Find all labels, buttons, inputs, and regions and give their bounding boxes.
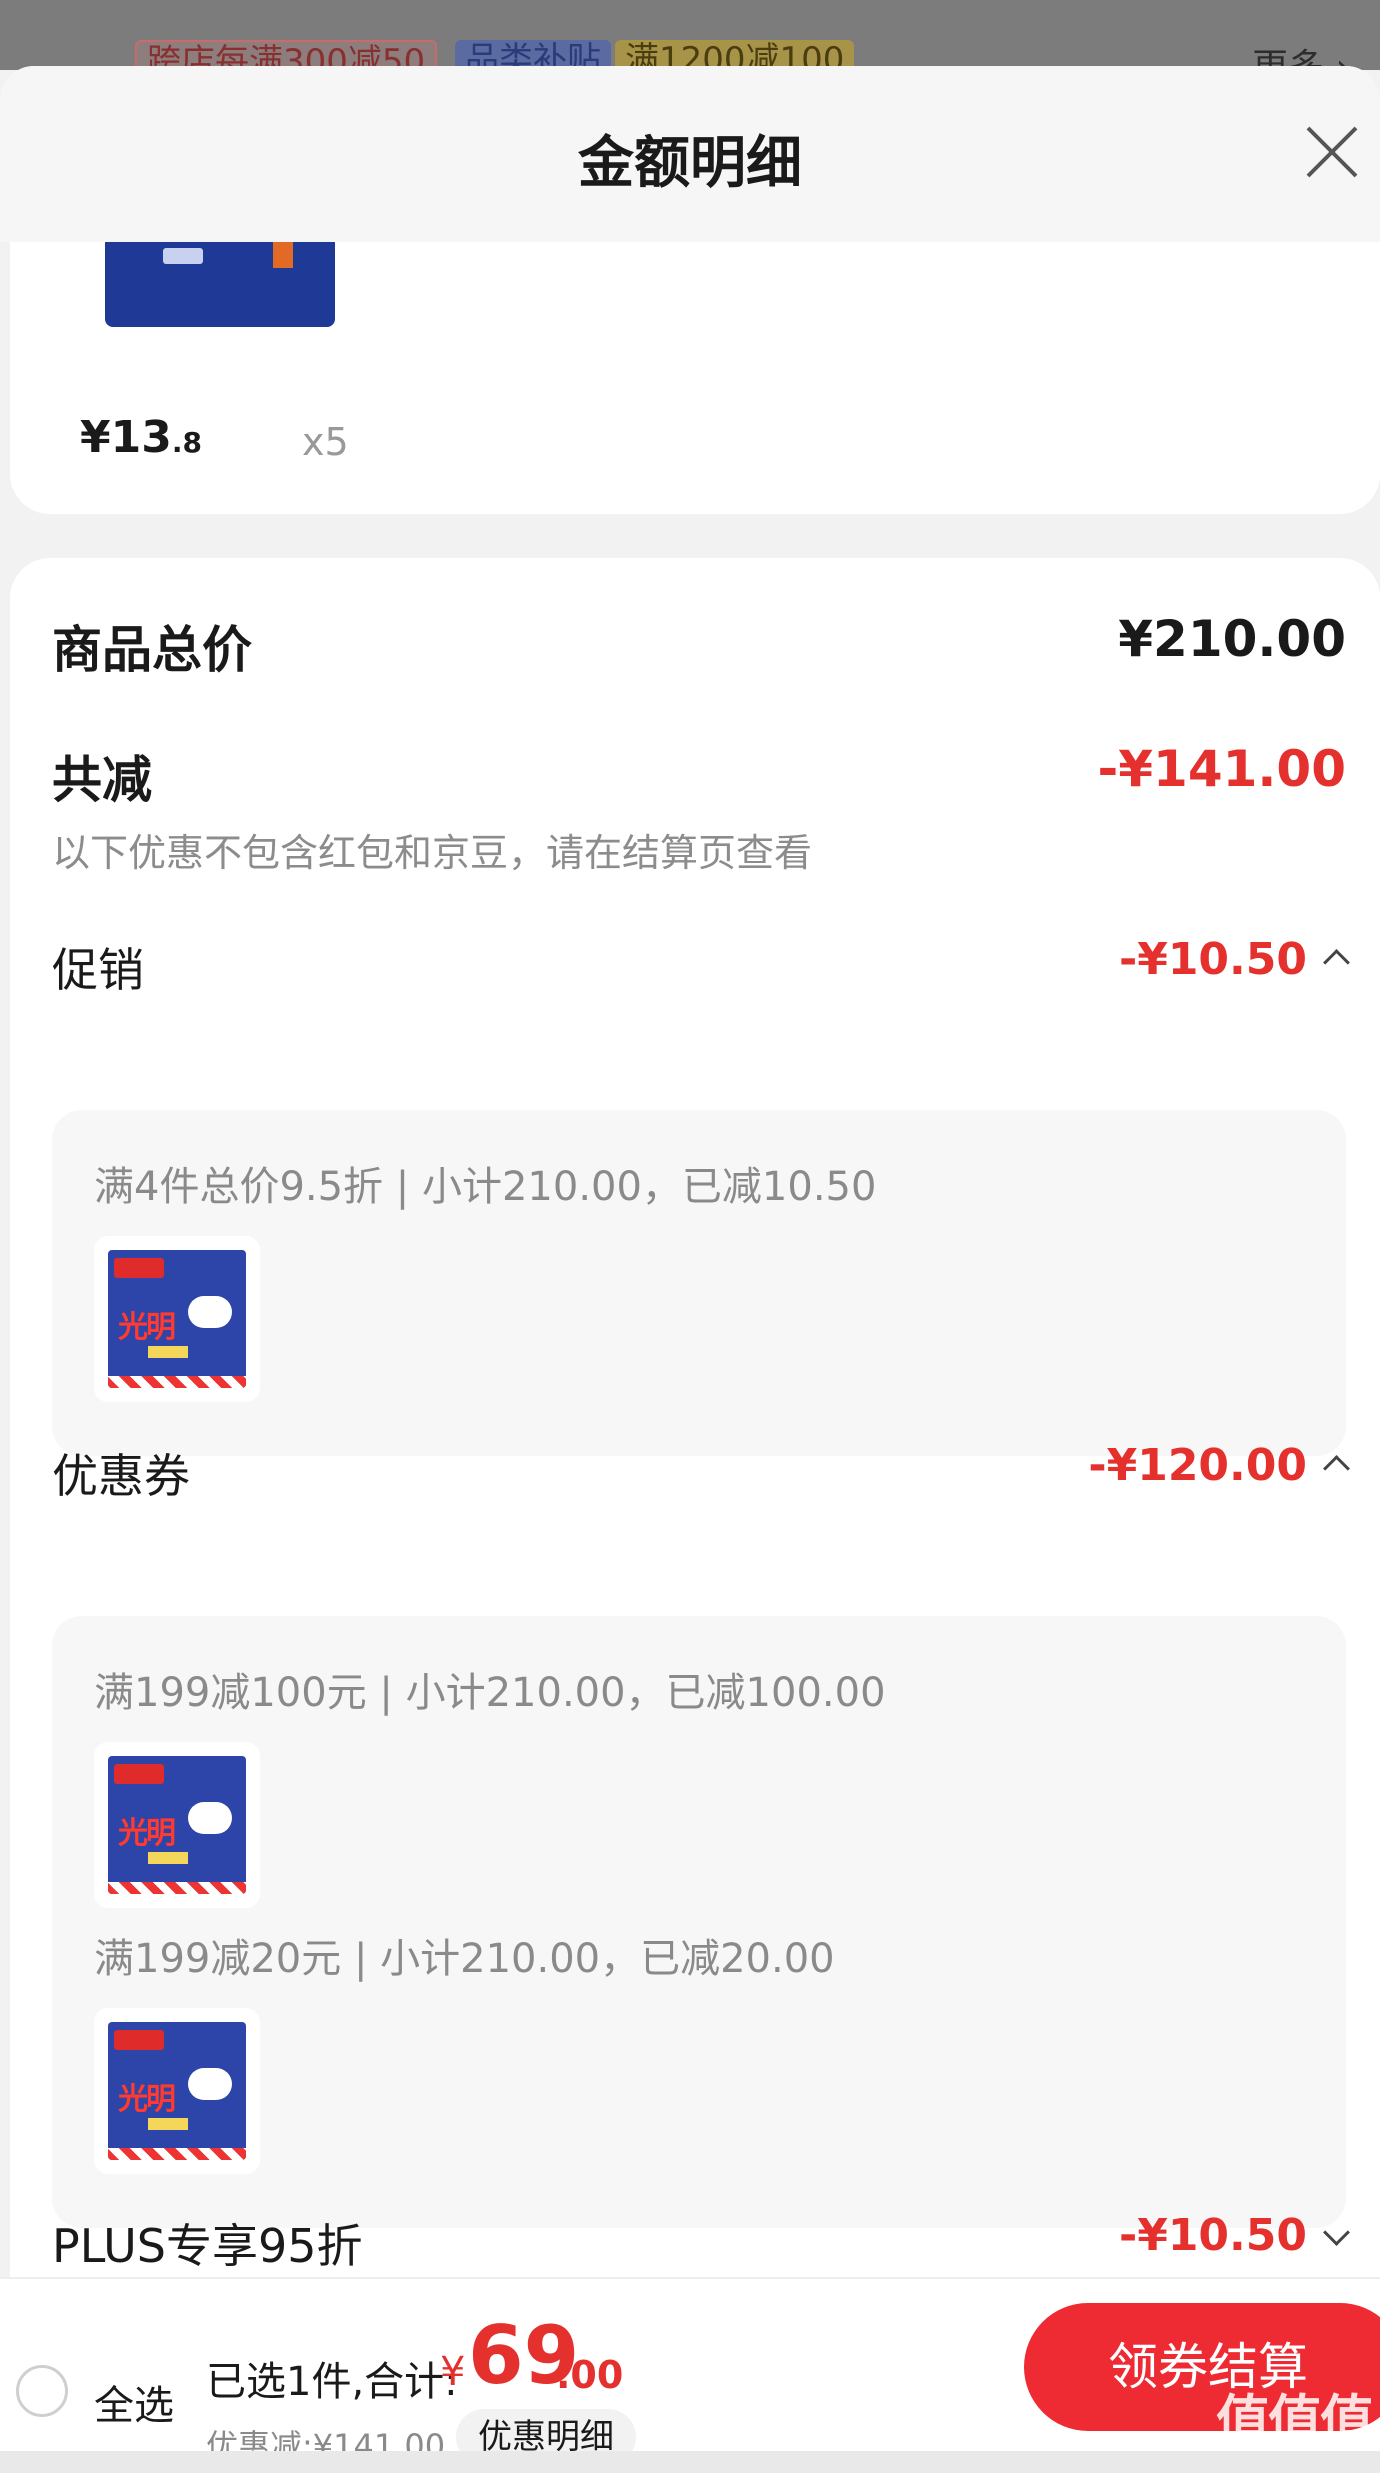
promotion-line: 满4件总价9.5折 | 小计210.00，已减10.50 (94, 1164, 877, 1210)
coupon-label: 优惠券 (52, 1449, 190, 1503)
product-price: ¥13.8 (80, 412, 202, 463)
discount-note: 以下优惠不包含红包和京豆，请在结算页查看 (52, 831, 813, 875)
total-reduce-label: 共减 (52, 751, 152, 809)
product-quantity: x5 (302, 420, 349, 464)
plus-discount-label: PLUS专享95折 (52, 2219, 363, 2273)
total-reduce-row: 共减 -¥141.00 (52, 740, 1346, 810)
total-amount-decimal: .00 (556, 2353, 624, 2397)
promotion-label: 促销 (52, 943, 144, 997)
background-page: 跨店每满300减50 品类补贴 满1200减100 更多 › (0, 0, 1380, 70)
chevron-up-icon (1323, 1455, 1350, 1482)
coupon-product-thumbnail-1[interactable]: 光明 (94, 1742, 260, 1908)
select-all-checkbox[interactable] (16, 2365, 68, 2417)
plus-discount-row[interactable]: PLUS专享95折 -¥10.50 (52, 2210, 1350, 2274)
total-price-value: ¥210.00 (1118, 610, 1346, 668)
bottom-nav-strip (0, 2451, 1380, 2473)
close-icon[interactable] (1302, 122, 1362, 182)
promotion-product-thumbnail[interactable]: 光明 (94, 1236, 260, 1402)
promotion-detail-box: 满4件总价9.5折 | 小计210.00，已减10.50 光明 (52, 1110, 1346, 1456)
amount-detail-sheet: 金额明细 ¥13.8 x5 商品总价 ¥210.00 共减 -¥141.00 以… (0, 66, 1380, 2473)
coupon-detail-box: 满199减100元 | 小计210.00，已减100.00 光明 满199减20… (52, 1616, 1346, 2228)
product-card: ¥13.8 x5 (10, 242, 1380, 514)
promotion-row[interactable]: 促销 -¥10.50 (52, 934, 1350, 998)
coupon-line-2: 满199减20元 | 小计210.00，已减20.00 (94, 1936, 835, 1982)
selected-count-text: 已选1件,合计: (206, 2359, 458, 2405)
sheet-title: 金额明细 (578, 131, 802, 196)
sheet-header: 金额明细 (0, 66, 1380, 242)
chevron-down-icon (1323, 2219, 1350, 2246)
coupon-product-thumbnail-2[interactable]: 光明 (94, 2008, 260, 2174)
select-all-label[interactable]: 全选 (94, 2373, 174, 2431)
total-currency: ¥ (440, 2349, 466, 2395)
coupon-line-1: 满199减100元 | 小计210.00，已减100.00 (94, 1670, 886, 1716)
total-price-label: 商品总价 (52, 621, 252, 679)
total-price-row: 商品总价 ¥210.00 (52, 610, 1346, 680)
checkout-bar: 全选 已选1件,合计: ¥ 69 .00 优惠减:¥141.00 优惠明细 领券… (0, 2277, 1380, 2465)
promotion-value: -¥10.50 (1119, 934, 1350, 985)
plus-discount-value: -¥10.50 (1119, 2210, 1350, 2261)
coupon-row[interactable]: 优惠券 -¥120.00 (52, 1440, 1350, 1504)
coupon-value: -¥120.00 (1088, 1440, 1350, 1491)
chevron-up-icon (1323, 949, 1350, 976)
total-reduce-value: -¥141.00 (1097, 740, 1347, 798)
amount-detail-card: 商品总价 ¥210.00 共减 -¥141.00 以下优惠不包含红包和京豆，请在… (10, 558, 1380, 2378)
product-image[interactable] (105, 242, 335, 327)
